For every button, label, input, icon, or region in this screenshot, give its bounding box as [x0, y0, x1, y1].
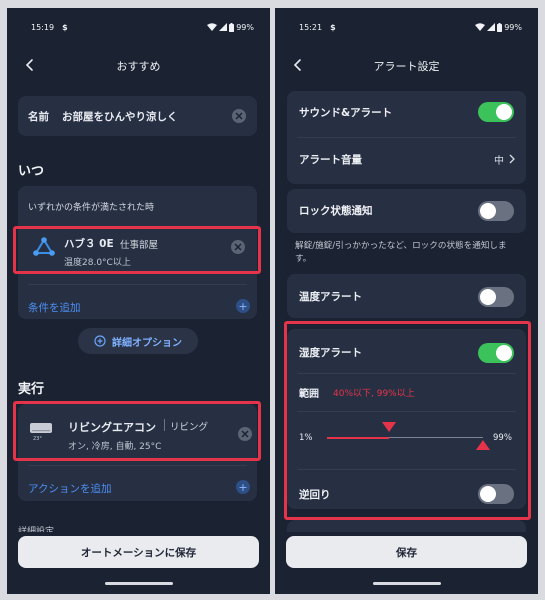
status-bar: 15:21 $ 99% [275, 8, 538, 46]
right-screen: 15:21 $ 99% アラート設定 サウンド&アラート アラート音量 中 ロッ… [275, 8, 538, 594]
sound-alert-label: サウンド&アラート [299, 107, 393, 119]
plus-circle-icon [94, 335, 106, 347]
status-time: 15:19 [31, 22, 55, 32]
app-notification-icon: $ [330, 22, 336, 32]
page-title: おすすめ [116, 60, 161, 73]
status-icons: 99% [475, 22, 522, 32]
back-arrow-icon[interactable] [289, 55, 307, 75]
wifi-icon [207, 23, 218, 31]
condition-caption: いずれかの条件が満たされた時 [28, 203, 155, 213]
temp-alert-label: 温度アラート [299, 291, 362, 303]
add-condition-link[interactable]: 条件を追加 [28, 300, 81, 315]
when-section-title: いつ [18, 164, 45, 179]
lock-notice-label: ロック状態通知 [299, 205, 373, 217]
trigger-highlight-frame [13, 226, 261, 274]
battery-level: 99% [504, 22, 522, 32]
temp-alert-toggle[interactable] [478, 287, 514, 307]
add-condition-plus-icon[interactable]: + [236, 299, 250, 313]
lock-notice-toggle[interactable] [478, 201, 514, 221]
signal-icon [487, 23, 496, 31]
sound-card: サウンド&アラート アラート音量 中 [287, 91, 526, 184]
clear-name-button[interactable] [232, 109, 246, 123]
left-screen: 15:19 $ 99% おすすめ 名前 お部屋をひんやり涼しく いつ いずれかの… [7, 8, 270, 594]
save-button[interactable]: 保存 [286, 536, 527, 568]
alert-volume-row[interactable]: アラート音量 中 [287, 138, 526, 184]
bottom-bar: 保存 [275, 532, 538, 594]
battery-level: 99% [236, 22, 254, 32]
chevron-right-icon [509, 154, 515, 164]
bottom-bar: オートメーションに保存 [7, 532, 270, 594]
detail-options-button[interactable]: 詳細オプション [78, 328, 198, 354]
battery-icon [497, 22, 503, 32]
alert-volume-label: アラート音量 [299, 154, 362, 166]
signal-icon [219, 23, 228, 31]
wifi-icon [475, 23, 486, 31]
status-time: 15:21 [299, 22, 323, 32]
name-label: 名前 [28, 111, 49, 123]
lock-notice-card: ロック状態通知 [287, 189, 526, 233]
save-automation-button[interactable]: オートメーションに保存 [18, 536, 259, 568]
app-notification-icon: $ [62, 22, 68, 32]
run-section-title: 実行 [18, 382, 45, 397]
close-icon [235, 112, 243, 120]
back-arrow-icon[interactable] [21, 55, 39, 75]
battery-icon [229, 22, 235, 32]
status-icons: 99% [207, 22, 254, 32]
action-highlight-frame [13, 401, 261, 461]
detail-options-label: 詳細オプション [112, 337, 182, 349]
status-bar: 15:19 $ 99% [7, 8, 270, 46]
sound-alert-toggle[interactable] [478, 102, 514, 122]
app-bar: アラート設定 [275, 48, 538, 84]
name-value: お部屋をひんやり涼しく [62, 111, 178, 123]
home-indicator[interactable] [372, 582, 441, 585]
add-action-link[interactable]: アクションを追加 [28, 481, 111, 496]
divider [28, 465, 247, 466]
temp-alert-card: 温度アラート [287, 274, 526, 318]
home-indicator[interactable] [104, 582, 173, 585]
alert-volume-value: 中 [494, 156, 504, 167]
app-bar: おすすめ [7, 48, 270, 84]
name-field[interactable]: 名前 お部屋をひんやり涼しく [18, 96, 257, 136]
page-title: アラート設定 [373, 60, 440, 73]
divider [28, 284, 247, 285]
add-action-plus-icon[interactable]: + [236, 480, 250, 494]
lock-notice-description: 解錠/施錠/引っかかったなど、ロックの状態を通知します。 [295, 241, 507, 264]
humidity-highlight-frame [284, 321, 531, 520]
